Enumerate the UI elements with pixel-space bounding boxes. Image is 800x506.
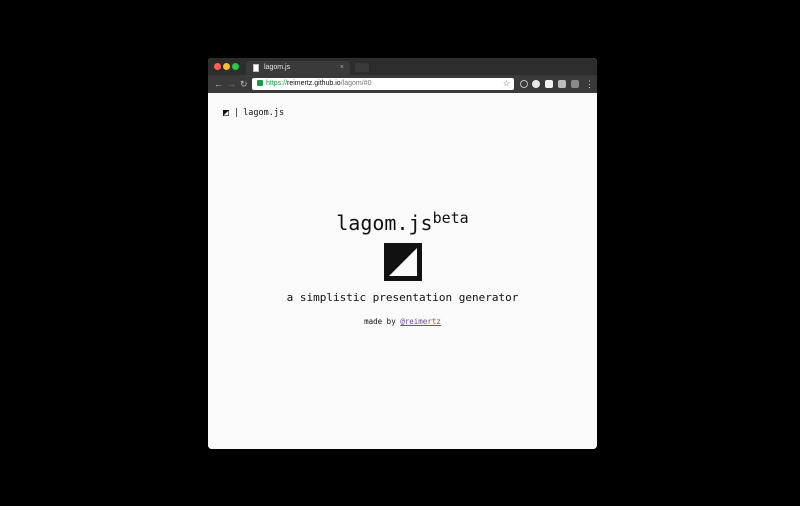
forward-arrow-icon[interactable]: → [227,75,236,93]
secure-lock-icon[interactable] [257,80,263,86]
page-header: | lagom.js [223,108,284,118]
url-text[interactable]: https://reimertz.github.io/lagom/#0 [266,78,371,90]
logo-icon [384,243,422,281]
bookmark-star-icon[interactable]: ☆ [503,78,510,90]
title-bar: lagom.js × [208,58,597,75]
page-subtitle: a simplistic presentation generator [286,291,519,304]
extension-cast-icon[interactable] [571,80,579,88]
extension-gray-icon[interactable] [558,80,566,88]
credit-line: made by @reimertz [364,317,441,326]
browser-toolbar: ← → ↻ https://reimertz.github.io/lagom/#… [208,75,597,93]
tab-close-icon[interactable]: × [340,61,344,75]
tab-title: lagom.js [264,64,291,71]
minimize-window-button[interactable] [223,63,230,70]
back-arrow-icon[interactable]: ← [214,75,223,93]
header-title: lagom.js [243,108,285,118]
extension-info-icon[interactable] [520,80,528,88]
browser-menu-icon[interactable]: ⋮ [585,75,594,93]
page-title: lagom.jsbeta [336,209,469,235]
beta-label: beta [432,209,469,227]
close-window-button[interactable] [214,63,221,70]
extension-square-icon[interactable] [545,80,553,88]
page-icon [253,64,259,72]
maximize-window-button[interactable] [232,63,239,70]
page-content: | lagom.js lagom.jsbeta a simplistic pre… [208,93,597,449]
browser-window: lagom.js × ← → ↻ https://reimertz.github… [208,58,597,449]
new-tab-button[interactable] [355,63,369,72]
browser-tab[interactable]: lagom.js × [246,61,350,75]
address-bar[interactable]: https://reimertz.github.io/lagom/#0 ☆ [252,78,514,90]
logo-small-icon[interactable] [223,110,229,116]
reload-icon[interactable]: ↻ [240,75,248,93]
author-link[interactable]: @reimertz [400,317,441,326]
extension-circle-icon[interactable] [532,80,540,88]
header-separator: | [234,108,240,118]
